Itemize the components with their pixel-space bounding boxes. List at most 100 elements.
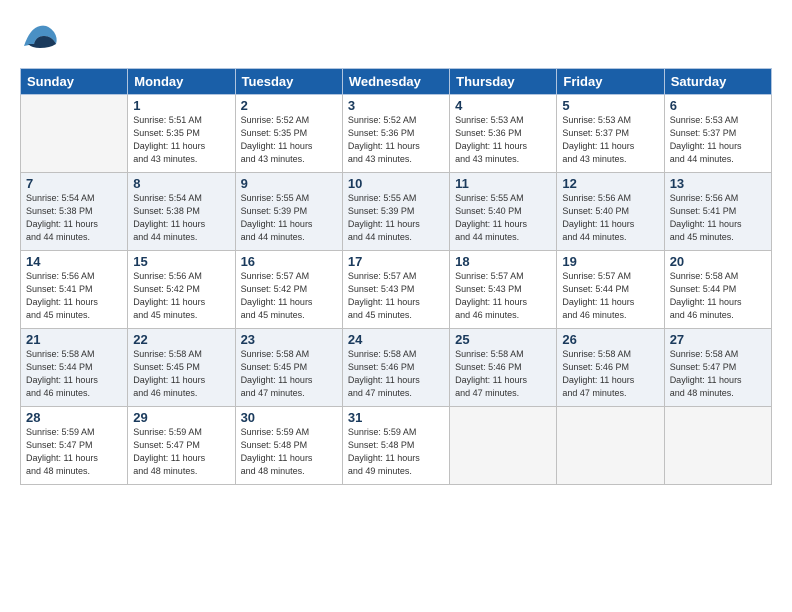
calendar-cell: 3 Sunrise: 5:52 AMSunset: 5:36 PMDayligh… — [342, 95, 449, 173]
day-number: 15 — [133, 254, 229, 269]
calendar-cell: 6 Sunrise: 5:53 AMSunset: 5:37 PMDayligh… — [664, 95, 771, 173]
day-number: 17 — [348, 254, 444, 269]
calendar-cell — [21, 95, 128, 173]
weekday-header-saturday: Saturday — [664, 69, 771, 95]
day-number: 31 — [348, 410, 444, 425]
day-info: Sunrise: 5:57 AMSunset: 5:42 PMDaylight:… — [241, 271, 313, 320]
day-number: 21 — [26, 332, 122, 347]
day-number: 27 — [670, 332, 766, 347]
day-info: Sunrise: 5:53 AMSunset: 5:36 PMDaylight:… — [455, 115, 527, 164]
calendar-cell: 29 Sunrise: 5:59 AMSunset: 5:47 PMDaylig… — [128, 407, 235, 485]
day-info: Sunrise: 5:59 AMSunset: 5:47 PMDaylight:… — [133, 427, 205, 476]
weekday-header-wednesday: Wednesday — [342, 69, 449, 95]
calendar-cell: 28 Sunrise: 5:59 AMSunset: 5:47 PMDaylig… — [21, 407, 128, 485]
day-number: 1 — [133, 98, 229, 113]
calendar-cell: 11 Sunrise: 5:55 AMSunset: 5:40 PMDaylig… — [450, 173, 557, 251]
day-number: 5 — [562, 98, 658, 113]
day-info: Sunrise: 5:59 AMSunset: 5:48 PMDaylight:… — [241, 427, 313, 476]
day-info: Sunrise: 5:58 AMSunset: 5:46 PMDaylight:… — [348, 349, 420, 398]
day-info: Sunrise: 5:57 AMSunset: 5:44 PMDaylight:… — [562, 271, 634, 320]
week-row-5: 28 Sunrise: 5:59 AMSunset: 5:47 PMDaylig… — [21, 407, 772, 485]
calendar-cell: 15 Sunrise: 5:56 AMSunset: 5:42 PMDaylig… — [128, 251, 235, 329]
day-number: 7 — [26, 176, 122, 191]
day-number: 29 — [133, 410, 229, 425]
week-row-3: 14 Sunrise: 5:56 AMSunset: 5:41 PMDaylig… — [21, 251, 772, 329]
calendar-cell: 17 Sunrise: 5:57 AMSunset: 5:43 PMDaylig… — [342, 251, 449, 329]
day-info: Sunrise: 5:52 AMSunset: 5:36 PMDaylight:… — [348, 115, 420, 164]
day-number: 24 — [348, 332, 444, 347]
day-number: 9 — [241, 176, 337, 191]
day-number: 10 — [348, 176, 444, 191]
day-number: 25 — [455, 332, 551, 347]
day-info: Sunrise: 5:58 AMSunset: 5:46 PMDaylight:… — [562, 349, 634, 398]
day-info: Sunrise: 5:59 AMSunset: 5:48 PMDaylight:… — [348, 427, 420, 476]
calendar-cell: 16 Sunrise: 5:57 AMSunset: 5:42 PMDaylig… — [235, 251, 342, 329]
day-info: Sunrise: 5:54 AMSunset: 5:38 PMDaylight:… — [133, 193, 205, 242]
calendar-cell: 26 Sunrise: 5:58 AMSunset: 5:46 PMDaylig… — [557, 329, 664, 407]
calendar-cell: 23 Sunrise: 5:58 AMSunset: 5:45 PMDaylig… — [235, 329, 342, 407]
page: SundayMondayTuesdayWednesdayThursdayFrid… — [0, 0, 792, 495]
calendar-cell: 10 Sunrise: 5:55 AMSunset: 5:39 PMDaylig… — [342, 173, 449, 251]
day-info: Sunrise: 5:58 AMSunset: 5:45 PMDaylight:… — [133, 349, 205, 398]
calendar-cell: 1 Sunrise: 5:51 AMSunset: 5:35 PMDayligh… — [128, 95, 235, 173]
weekday-header-thursday: Thursday — [450, 69, 557, 95]
calendar-cell: 2 Sunrise: 5:52 AMSunset: 5:35 PMDayligh… — [235, 95, 342, 173]
calendar-cell: 21 Sunrise: 5:58 AMSunset: 5:44 PMDaylig… — [21, 329, 128, 407]
calendar-cell: 20 Sunrise: 5:58 AMSunset: 5:44 PMDaylig… — [664, 251, 771, 329]
day-number: 13 — [670, 176, 766, 191]
day-info: Sunrise: 5:56 AMSunset: 5:41 PMDaylight:… — [26, 271, 98, 320]
week-row-2: 7 Sunrise: 5:54 AMSunset: 5:38 PMDayligh… — [21, 173, 772, 251]
calendar-cell: 13 Sunrise: 5:56 AMSunset: 5:41 PMDaylig… — [664, 173, 771, 251]
day-number: 4 — [455, 98, 551, 113]
weekday-header-friday: Friday — [557, 69, 664, 95]
day-number: 30 — [241, 410, 337, 425]
calendar-cell: 12 Sunrise: 5:56 AMSunset: 5:40 PMDaylig… — [557, 173, 664, 251]
generalblue-logo-icon — [20, 18, 60, 58]
day-info: Sunrise: 5:56 AMSunset: 5:41 PMDaylight:… — [670, 193, 742, 242]
day-info: Sunrise: 5:57 AMSunset: 5:43 PMDaylight:… — [455, 271, 527, 320]
day-info: Sunrise: 5:57 AMSunset: 5:43 PMDaylight:… — [348, 271, 420, 320]
logo — [20, 18, 64, 58]
day-info: Sunrise: 5:55 AMSunset: 5:40 PMDaylight:… — [455, 193, 527, 242]
day-info: Sunrise: 5:53 AMSunset: 5:37 PMDaylight:… — [670, 115, 742, 164]
day-info: Sunrise: 5:53 AMSunset: 5:37 PMDaylight:… — [562, 115, 634, 164]
calendar-cell: 27 Sunrise: 5:58 AMSunset: 5:47 PMDaylig… — [664, 329, 771, 407]
day-number: 14 — [26, 254, 122, 269]
day-info: Sunrise: 5:56 AMSunset: 5:42 PMDaylight:… — [133, 271, 205, 320]
day-info: Sunrise: 5:58 AMSunset: 5:45 PMDaylight:… — [241, 349, 313, 398]
day-number: 16 — [241, 254, 337, 269]
week-row-1: 1 Sunrise: 5:51 AMSunset: 5:35 PMDayligh… — [21, 95, 772, 173]
calendar-cell: 9 Sunrise: 5:55 AMSunset: 5:39 PMDayligh… — [235, 173, 342, 251]
day-number: 20 — [670, 254, 766, 269]
calendar-cell: 30 Sunrise: 5:59 AMSunset: 5:48 PMDaylig… — [235, 407, 342, 485]
calendar-cell: 4 Sunrise: 5:53 AMSunset: 5:36 PMDayligh… — [450, 95, 557, 173]
day-info: Sunrise: 5:51 AMSunset: 5:35 PMDaylight:… — [133, 115, 205, 164]
day-number: 12 — [562, 176, 658, 191]
day-number: 6 — [670, 98, 766, 113]
day-number: 28 — [26, 410, 122, 425]
day-number: 22 — [133, 332, 229, 347]
calendar-cell: 8 Sunrise: 5:54 AMSunset: 5:38 PMDayligh… — [128, 173, 235, 251]
calendar-cell: 19 Sunrise: 5:57 AMSunset: 5:44 PMDaylig… — [557, 251, 664, 329]
calendar-cell: 22 Sunrise: 5:58 AMSunset: 5:45 PMDaylig… — [128, 329, 235, 407]
calendar-cell: 5 Sunrise: 5:53 AMSunset: 5:37 PMDayligh… — [557, 95, 664, 173]
weekday-header-row: SundayMondayTuesdayWednesdayThursdayFrid… — [21, 69, 772, 95]
calendar-cell: 14 Sunrise: 5:56 AMSunset: 5:41 PMDaylig… — [21, 251, 128, 329]
calendar-cell: 18 Sunrise: 5:57 AMSunset: 5:43 PMDaylig… — [450, 251, 557, 329]
day-info: Sunrise: 5:52 AMSunset: 5:35 PMDaylight:… — [241, 115, 313, 164]
day-number: 26 — [562, 332, 658, 347]
day-info: Sunrise: 5:56 AMSunset: 5:40 PMDaylight:… — [562, 193, 634, 242]
calendar-table: SundayMondayTuesdayWednesdayThursdayFrid… — [20, 68, 772, 485]
day-info: Sunrise: 5:58 AMSunset: 5:46 PMDaylight:… — [455, 349, 527, 398]
calendar-cell — [664, 407, 771, 485]
day-info: Sunrise: 5:58 AMSunset: 5:47 PMDaylight:… — [670, 349, 742, 398]
day-info: Sunrise: 5:55 AMSunset: 5:39 PMDaylight:… — [348, 193, 420, 242]
day-number: 3 — [348, 98, 444, 113]
calendar-cell — [450, 407, 557, 485]
weekday-header-tuesday: Tuesday — [235, 69, 342, 95]
weekday-header-sunday: Sunday — [21, 69, 128, 95]
day-info: Sunrise: 5:59 AMSunset: 5:47 PMDaylight:… — [26, 427, 98, 476]
calendar-cell: 25 Sunrise: 5:58 AMSunset: 5:46 PMDaylig… — [450, 329, 557, 407]
day-number: 11 — [455, 176, 551, 191]
header — [20, 18, 772, 58]
